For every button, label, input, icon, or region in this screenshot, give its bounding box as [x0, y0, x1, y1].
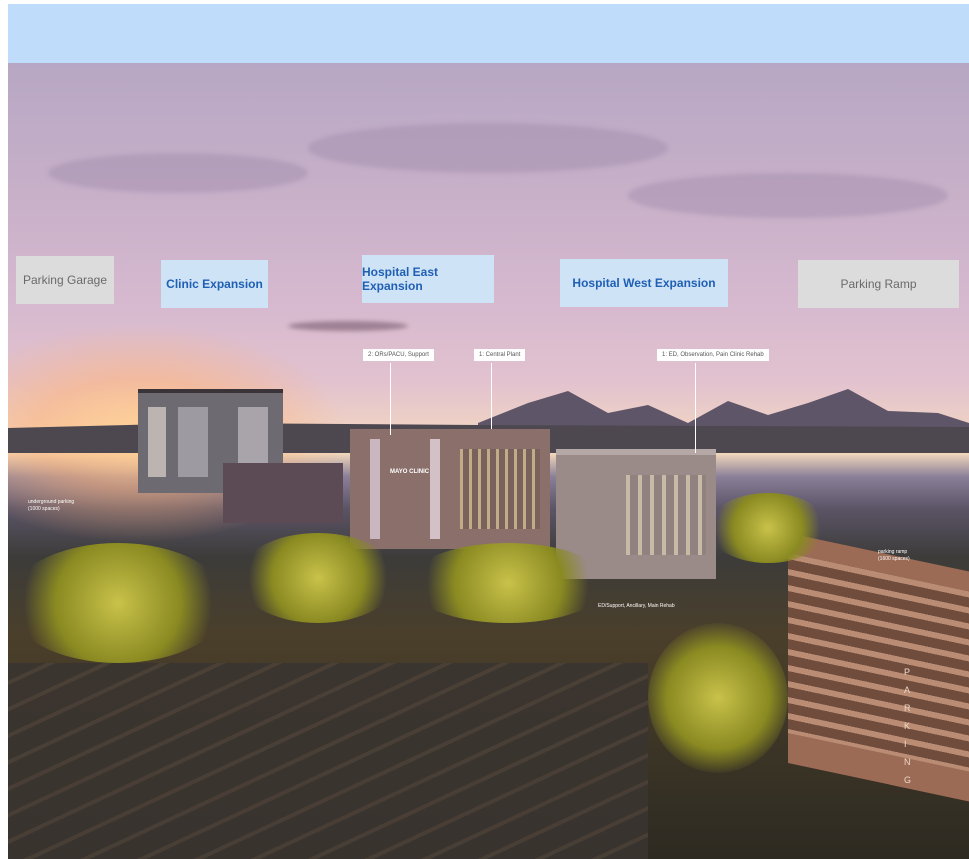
tree-cluster	[648, 623, 788, 773]
cloud	[48, 153, 308, 193]
building-sign: MAYO CLINIC	[390, 469, 430, 475]
parking-ramp-structure	[788, 533, 969, 802]
surface-parking-lot	[8, 663, 648, 859]
ramp-levels	[788, 553, 969, 772]
tree-cluster	[708, 493, 828, 563]
tree-cluster	[238, 533, 398, 623]
window-band	[370, 439, 380, 539]
cloud	[308, 123, 668, 173]
tree-cluster	[408, 543, 608, 623]
window-band	[430, 439, 440, 539]
tree-cluster	[8, 543, 228, 663]
ed-support-note: ED/Support, Ancillary, Main Rehab	[598, 603, 675, 609]
hospital-east-building: MAYO CLINIC	[350, 429, 550, 549]
cloud	[628, 173, 948, 218]
window-grid	[460, 449, 540, 529]
callout-leader	[390, 363, 391, 435]
callout-central-plant: 1: Central Plant	[474, 349, 526, 361]
cloud	[288, 321, 408, 331]
callout-ors-support: 2: ORs/PACU, Support	[363, 349, 434, 361]
campus-aerial-render: MAYO CLINIC PARKING 2: ORs/PACU, Support…	[8, 63, 969, 859]
label-hospital-east-expansion: Hospital East Expansion	[362, 255, 494, 303]
label-hospital-west-expansion: Hospital West Expansion	[560, 259, 728, 307]
underground-parking-note: underground parking (1000 spaces)	[28, 499, 75, 512]
window-band	[148, 407, 166, 477]
clinic-base	[223, 463, 343, 523]
top-banner	[8, 4, 969, 63]
parking-vertical-sign: PARKING	[904, 667, 912, 785]
callout-leader	[491, 363, 492, 429]
label-parking-ramp: Parking Ramp	[798, 260, 959, 308]
callout-ed-observation: 1: ED, Observation, Pain Clinic Rehab	[657, 349, 769, 361]
window-band	[178, 407, 208, 477]
window-grid	[626, 475, 706, 555]
label-clinic-expansion: Clinic Expansion	[161, 260, 268, 308]
parking-ramp-note: parking ramp (1600 spaces)	[878, 549, 910, 562]
callout-leader	[695, 363, 696, 453]
label-parking-garage: Parking Garage	[16, 256, 114, 304]
